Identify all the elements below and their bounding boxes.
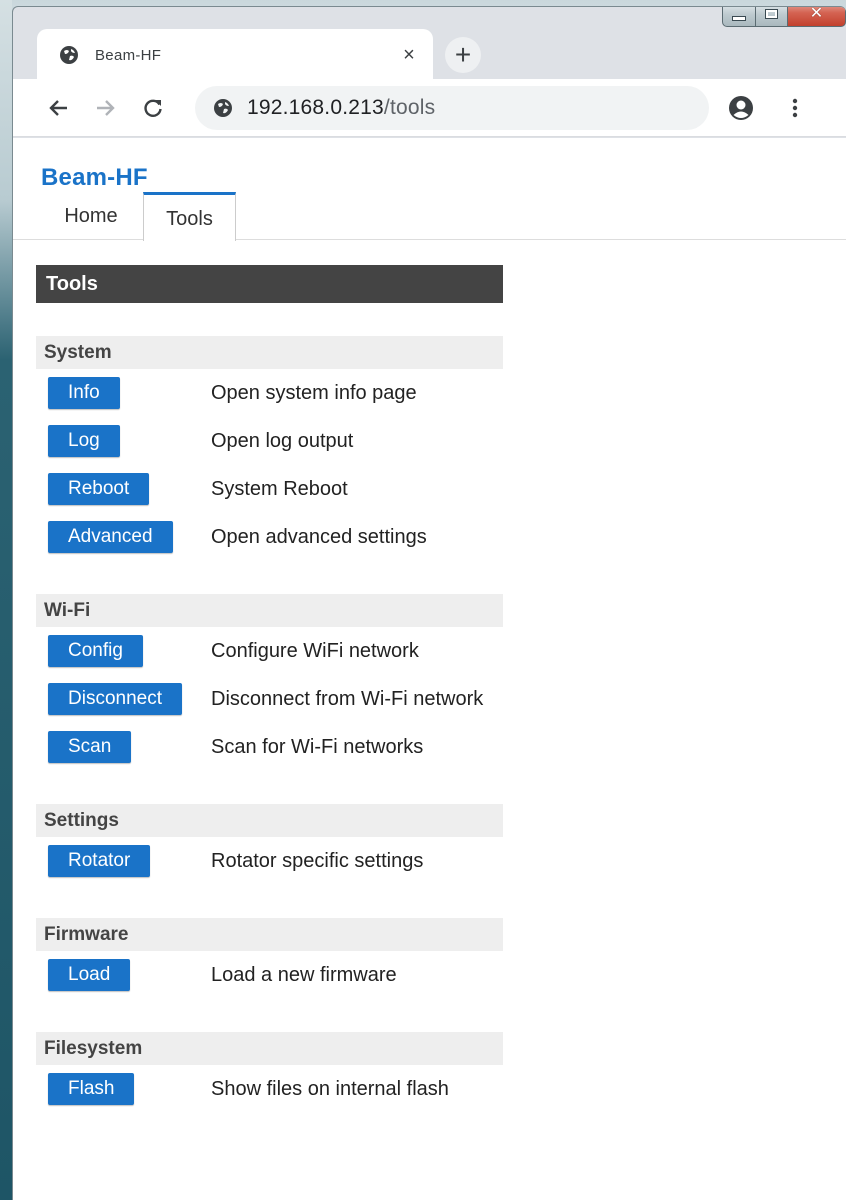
desktop-background [0,0,12,1200]
tab-strip: Beam-HF × + [13,7,846,81]
load-button[interactable]: Load [48,959,131,991]
row-description: Configure WiFi network [211,639,419,662]
site-nav: Home Tools [13,192,846,241]
advanced-button[interactable]: Advanced [48,521,173,553]
section-header: Firmware [36,918,503,951]
row-description: Load a new firmware [211,963,397,986]
address-bar[interactable]: 192.168.0.213/tools [195,85,709,130]
reload-button[interactable] [133,88,173,128]
scan-button[interactable]: Scan [48,731,132,763]
row-description: Disconnect from Wi-Fi network [211,687,484,710]
list-item: Disconnect Disconnect from Wi-Fi network [36,675,503,723]
arrow-left-icon [49,99,67,116]
rotator-button[interactable]: Rotator [48,845,151,877]
row-description: Open system info page [211,381,417,404]
profile-button[interactable] [721,88,761,128]
globe-icon[interactable] [213,98,233,118]
kebab-menu-icon [792,98,798,117]
list-item: Info Open system info page [36,369,503,417]
config-button[interactable]: Config [48,635,143,667]
section-firmware: Firmware Load Load a new firmware [36,918,503,999]
section-filesystem: Filesystem Flash Show files on internal … [36,1032,503,1113]
account-circle-icon [729,95,753,120]
site-title: Beam-HF [41,164,148,191]
tab-close-icon[interactable]: × [395,41,423,69]
row-description: Scan for Wi-Fi networks [211,735,424,758]
reboot-button[interactable]: Reboot [48,473,150,505]
url-path: /tools [383,95,436,119]
list-item: Config Configure WiFi network [36,627,503,675]
section-system: System Info Open system info page Log Op… [36,336,503,561]
disconnect-button[interactable]: Disconnect [48,683,182,715]
section-header: Settings [36,804,503,837]
tab-title: Beam-HF [95,46,162,64]
browser-menu-button[interactable] [775,88,815,128]
list-item: Reboot System Reboot [36,465,503,513]
tab-tools[interactable]: Tools [143,192,236,241]
row-description: Open advanced settings [211,525,427,548]
tools-panel: Tools System Info Open system info page … [36,265,503,1113]
info-button[interactable]: Info [48,377,120,409]
log-button[interactable]: Log [48,425,120,457]
flash-button[interactable]: Flash [48,1073,135,1105]
panel-title: Tools [36,265,503,303]
tab-home[interactable]: Home [49,192,133,240]
url-text: 192.168.0.213/tools [247,96,435,120]
new-tab-button[interactable]: + [445,37,481,73]
forward-button[interactable] [85,88,125,128]
web-page: Beam-HF Home Tools Tools System Info Ope… [13,138,846,1200]
list-item: Load Load a new firmware [36,951,503,999]
section-header: System [36,336,503,369]
list-item: Log Open log output [36,417,503,465]
browser-toolbar: 192.168.0.213/tools [13,79,846,137]
arrow-right-icon [97,99,115,116]
row-description: Show files on internal flash [211,1077,449,1100]
browser-tab[interactable]: Beam-HF × [37,29,433,81]
row-description: System Reboot [211,477,348,500]
reload-icon [144,99,162,117]
list-item: Advanced Open advanced settings [36,513,503,561]
section-header: Filesystem [36,1032,503,1065]
list-item: Scan Scan for Wi-Fi networks [36,723,503,771]
browser-window: ✕ Beam-HF × + 192.168.0.213/tools Beam-H… [12,6,846,1200]
row-description: Rotator specific settings [211,849,424,872]
list-item: Flash Show files on internal flash [36,1065,503,1113]
section-header: Wi-Fi [36,594,503,627]
section-wifi: Wi-Fi Config Configure WiFi network Disc… [36,594,503,771]
globe-icon [59,45,79,65]
back-button[interactable] [39,88,79,128]
row-description: Open log output [211,429,354,452]
url-host: 192.168.0.213 [247,95,384,119]
list-item: Rotator Rotator specific settings [36,837,503,885]
section-settings: Settings Rotator Rotator specific settin… [36,804,503,885]
